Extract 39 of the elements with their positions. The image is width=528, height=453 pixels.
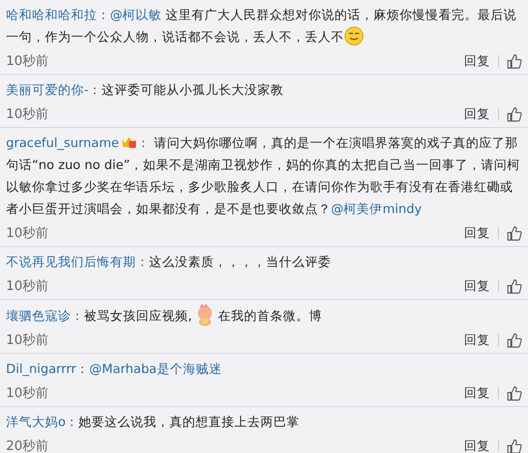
username-link[interactable]: 美丽可爱的你-: [6, 82, 89, 97]
username-link[interactable]: 不说再见我们后悔有期: [6, 254, 136, 269]
username-link[interactable]: 壤驷色寇诊: [6, 308, 71, 323]
time-label: 10秒前: [6, 385, 49, 402]
mention-link[interactable]: @柯美伊mindy: [331, 201, 422, 216]
comment-text: 壤驷色寇诊：被骂女孩回应视频, 在我的首条微。博: [6, 304, 522, 327]
reply-link[interactable]: 回复: [464, 106, 490, 122]
thumbs-up-icon[interactable]: [507, 438, 522, 453]
reply-link[interactable]: 回复: [464, 384, 490, 402]
thumbs-up-icon[interactable]: [507, 386, 522, 400]
time-label: 10秒前: [6, 278, 49, 295]
username-link[interactable]: 哈和哈和哈和拉: [6, 7, 97, 22]
comment-text: 美丽可爱的你-：这评委可能从小孤儿长大没家教: [6, 81, 285, 99]
reply-link[interactable]: 回复: [464, 224, 490, 242]
comment-text: 不说再见我们后悔有期：这么没素质，，，，当什么评委: [6, 253, 332, 271]
reply-link[interactable]: 回复: [464, 332, 490, 348]
thumbs-up-icon[interactable]: [507, 226, 522, 240]
time-label: 10秒前: [6, 106, 49, 123]
reply-link[interactable]: 回复: [464, 278, 490, 294]
mention-link[interactable]: @Marhaba是个海贼迷: [89, 361, 222, 376]
thumbs-up-icon[interactable]: [507, 278, 522, 294]
username-link[interactable]: graceful_surname: [6, 135, 119, 150]
thumbs-up-icon[interactable]: [507, 54, 522, 68]
comment-text: graceful_surname ： 请问大妈你哪位啊，真的是一个在演唱界落寞的戏子真的应了那句话“no zuo no die”，如果不是湖南卫视炒作，妈的你真的太把自己当一回事了，请问柯以敏你拿过多少奖在华语乐坛，多少歌脸炙人口，在请问你作为歌手有没有在香港红磡或者小巨蛋开过演唱会，如果都没有，是不是也要收敛点？@柯美伊mindy: [6, 134, 521, 218]
reply-link[interactable]: 回复: [464, 52, 490, 70]
comment-text: 洋气大妈o：她要这么说我，真的想直接上去两巴掌: [6, 413, 301, 431]
username-link[interactable]: 洋气大妈o: [6, 414, 66, 429]
mention-link[interactable]: @柯以敏: [110, 7, 162, 22]
comment-text: Dil_nigarrrr：@Marhaba是个海贼迷: [6, 360, 223, 378]
time-label: 10秒前: [6, 225, 49, 242]
thumbs-up-icon[interactable]: [507, 106, 522, 122]
thumbs-up-icon[interactable]: [507, 332, 522, 348]
comment-text: 哈和哈和哈和拉：@柯以敏 这里有广大人民群众想对你说的话，麻烦你慢慢看完。最后说一句，作为一个公众人物，说话都不会说，丢人不，丢人不: [6, 6, 518, 48]
time-label: 10秒前: [6, 332, 49, 349]
username-link[interactable]: Dil_nigarrrr: [6, 361, 76, 376]
time-label: 20秒前: [6, 438, 49, 453]
smiley-icon: [344, 26, 364, 46]
time-label: 10秒前: [6, 53, 49, 70]
reply-link[interactable]: 回复: [464, 438, 490, 453]
